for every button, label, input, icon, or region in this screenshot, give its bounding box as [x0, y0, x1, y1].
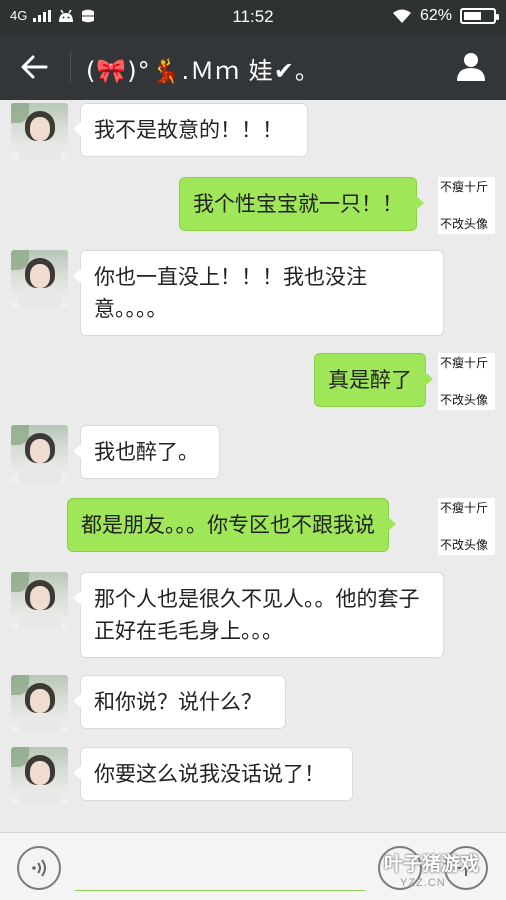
- watermark-sub: YZZ.CN: [400, 877, 446, 889]
- self-avatar-line2: 不改头像: [440, 217, 489, 231]
- outgoing-message[interactable]: 我个性宝宝就一只！！: [179, 177, 424, 231]
- input-bar: 叶子猪游戏 YZZ.CN: [0, 832, 506, 900]
- incoming-message[interactable]: 和你说？说什么？: [73, 675, 286, 729]
- self-avatar[interactable]: 不瘦十斤 不改头像: [438, 353, 495, 410]
- chat-header: (🎀)°💃.Ｍｍ 娃✔。: [0, 34, 506, 100]
- self-avatar[interactable]: 不瘦十斤 不改头像: [438, 177, 495, 234]
- battery-fill: [464, 12, 482, 20]
- self-avatar-line1: 不瘦十斤: [440, 180, 489, 194]
- voice-icon: [32, 859, 46, 877]
- incoming-message[interactable]: 我不是故意的！！！: [73, 103, 308, 157]
- header-divider: [70, 52, 71, 82]
- status-bar: 4G 11:52 62%: [0, 0, 506, 34]
- contact-avatar[interactable]: [11, 747, 68, 804]
- voice-button[interactable]: [17, 846, 61, 890]
- contact-avatar[interactable]: [11, 250, 68, 307]
- contact-avatar[interactable]: [11, 425, 68, 482]
- incoming-message[interactable]: 那个人也是很久不见人。。他的套子正好在毛毛身上。。。: [73, 572, 444, 658]
- plus-icon: [458, 860, 474, 876]
- more-button[interactable]: [444, 846, 488, 890]
- incoming-message[interactable]: 你也一直没上！！！我也没注意。。。。: [73, 250, 444, 336]
- battery-icon: [460, 8, 499, 24]
- contact-avatar[interactable]: [11, 675, 68, 732]
- back-arrow-icon[interactable]: [18, 50, 52, 84]
- self-avatar-line2: 不改头像: [440, 393, 489, 407]
- self-avatar[interactable]: 不瘦十斤 不改头像: [438, 498, 495, 555]
- message-list[interactable]: 我不是故意的！！！ 我个性宝宝就一只！！ 不瘦十斤 不改头像 你也一直没上！！！…: [0, 100, 506, 832]
- incoming-message[interactable]: 你要这么说我没话说了！: [73, 747, 353, 801]
- contact-avatar[interactable]: [11, 103, 68, 160]
- outgoing-message[interactable]: 真是醉了: [314, 353, 433, 407]
- status-right: 62%: [392, 7, 499, 25]
- contact-avatar[interactable]: [11, 572, 68, 629]
- self-avatar-line1: 不瘦十斤: [440, 356, 489, 370]
- person-icon[interactable]: [454, 50, 488, 84]
- chat-title: (🎀)°💃.Ｍｍ 娃✔。: [86, 57, 320, 85]
- incoming-message[interactable]: 我也醉了。: [73, 425, 220, 479]
- battery-percent: 62%: [419, 7, 452, 24]
- self-avatar-line2: 不改头像: [440, 538, 489, 552]
- self-avatar-line1: 不瘦十斤: [440, 501, 489, 515]
- wifi-icon: [392, 9, 411, 23]
- outgoing-message[interactable]: 都是朋友。。。你专区也不跟我说: [67, 498, 396, 552]
- message-input[interactable]: [75, 845, 365, 891]
